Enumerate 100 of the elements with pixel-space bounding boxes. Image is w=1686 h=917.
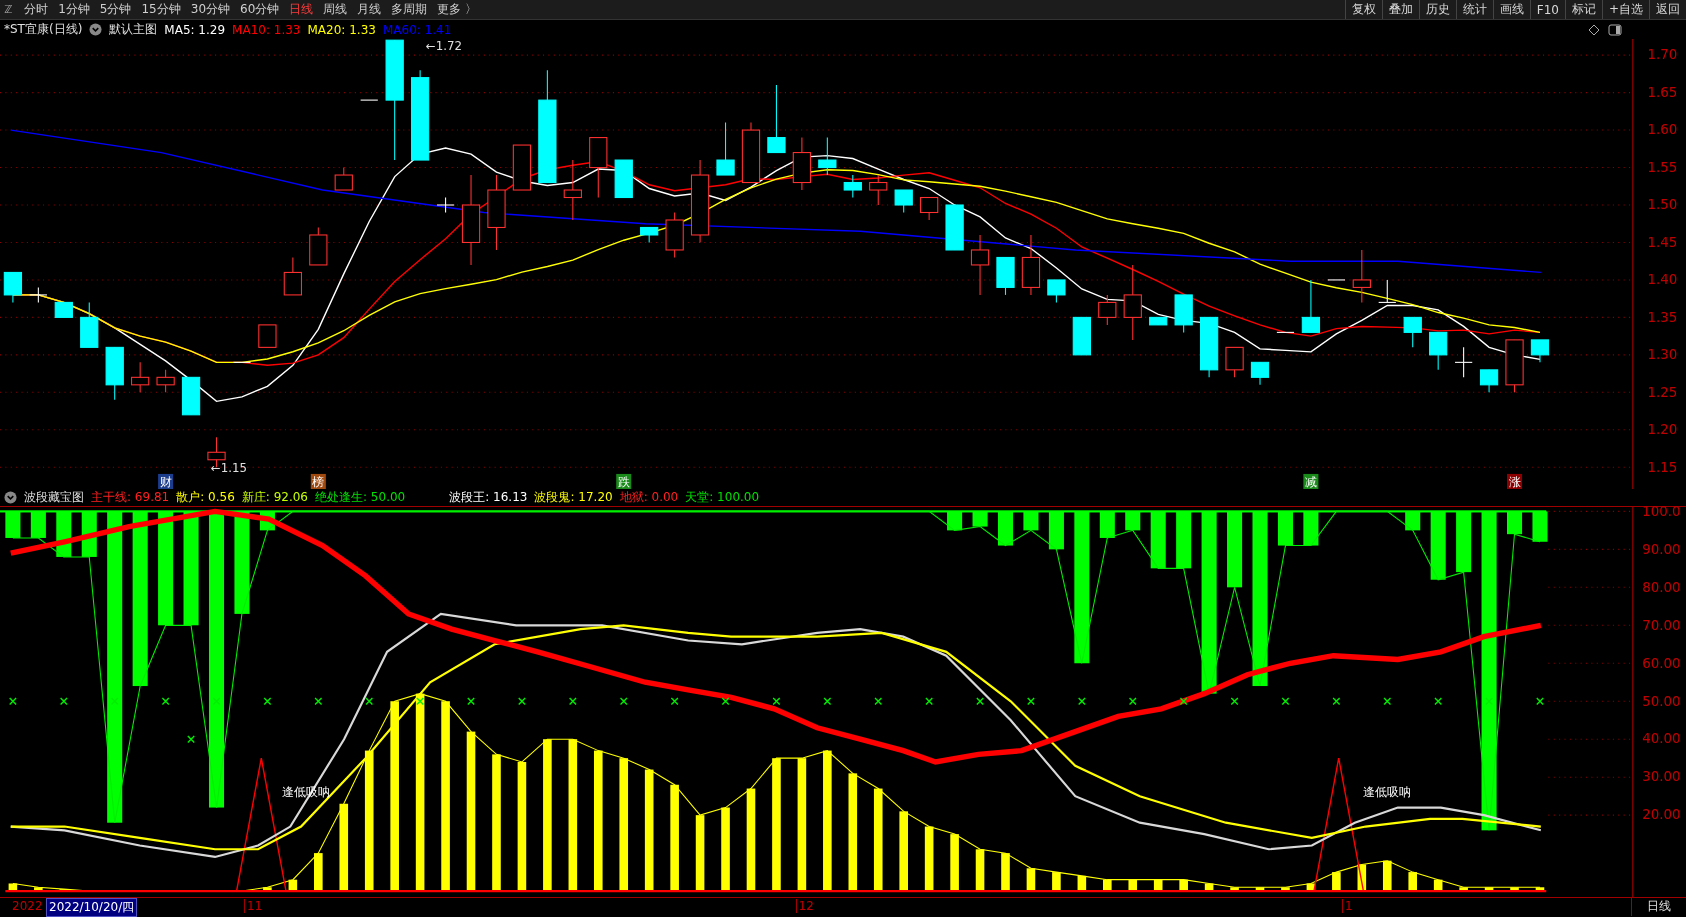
- signal-tag: 财: [158, 473, 174, 489]
- period-tab[interactable]: 更多 〉: [433, 1, 482, 18]
- candlestick: [1174, 294, 1193, 333]
- candlestick: [716, 122, 735, 176]
- month-label: 11: [244, 899, 263, 913]
- candlestick: [105, 346, 124, 401]
- period-tab[interactable]: 周线: [319, 1, 352, 18]
- period-tab[interactable]: 30分钟: [186, 1, 235, 18]
- diamond-icon[interactable]: [1587, 23, 1601, 36]
- month-label: 1: [1341, 899, 1353, 913]
- candlestick: [767, 84, 786, 154]
- indicator-value: 地狱: 0.00: [619, 489, 679, 506]
- indicator-value: 天堂: 100.00: [685, 489, 760, 506]
- indicator-value: 新庄: 92.06: [241, 489, 308, 506]
- candlestick: [360, 99, 379, 101]
- period-tab[interactable]: 月线: [353, 1, 386, 18]
- chart-title: *ST宜康(日线): [4, 21, 83, 38]
- candlestick: [1199, 316, 1219, 378]
- price-axis-label: 1.65: [1647, 84, 1678, 100]
- signal-tag: 涨: [1507, 473, 1523, 489]
- indicator-axis-label: 60.00: [1642, 655, 1681, 671]
- candlestick: [1072, 316, 1091, 356]
- dropdown-icon[interactable]: [4, 491, 17, 504]
- candlestick: [1250, 361, 1270, 386]
- template-label[interactable]: 默认主图: [109, 21, 158, 38]
- candlestick: [563, 159, 582, 221]
- period-tab[interactable]: 15分钟: [137, 1, 185, 18]
- price-axis-label: 1.60: [1647, 122, 1678, 138]
- candlestick: [1403, 316, 1422, 348]
- signal-tag: 减: [1303, 473, 1319, 489]
- candlestick: [512, 144, 532, 191]
- moving-average-value: MA5: 1.29: [164, 22, 226, 37]
- candlestick: [920, 196, 939, 221]
- candlestick: [156, 369, 175, 393]
- period-tab[interactable]: 5分钟: [95, 1, 136, 18]
- candlestick: [3, 271, 23, 303]
- candlestick: [283, 256, 302, 296]
- candlestick: [1047, 279, 1066, 303]
- month-label: 12: [795, 899, 814, 913]
- price-axis-label: 1.55: [1647, 159, 1678, 175]
- indicator-name[interactable]: 波段藏宝图: [24, 489, 84, 506]
- signal-annotation: 逢低吸呐: [1363, 785, 1412, 800]
- candlestick: [309, 226, 328, 266]
- candlestick: [334, 167, 353, 191]
- candlestick: [869, 174, 888, 206]
- candlestick: [970, 234, 990, 296]
- price-axis-label: 1.40: [1647, 272, 1678, 288]
- price-axis-label: 1.45: [1647, 234, 1678, 250]
- period-tab[interactable]: 多周期: [387, 1, 432, 18]
- indicator-axis-label: 30.00: [1642, 769, 1681, 785]
- candlestick: [1149, 316, 1168, 326]
- candlestick: [945, 204, 964, 251]
- candlestick: [589, 137, 608, 199]
- indicator-axis-label: 20.00: [1642, 807, 1681, 823]
- year-label: 2022: [12, 899, 43, 913]
- moving-average-value: MA60: 1.41: [382, 22, 452, 37]
- panel-toggle-icon[interactable]: [1608, 23, 1622, 36]
- indicator-value: 主干线: 69.81: [91, 489, 170, 506]
- candlestick: [843, 174, 862, 199]
- indicator-axis-label: 80.00: [1642, 579, 1681, 595]
- indicator-value: 波段鬼: 17.20: [534, 489, 613, 506]
- dropdown-icon[interactable]: [89, 23, 103, 36]
- candlestick: [29, 286, 48, 303]
- indicator-axis-label: 40.00: [1642, 731, 1681, 747]
- candlestick: [741, 122, 761, 184]
- indicator-value: 绝处逢生: 50.00: [315, 489, 406, 506]
- candlestick: [792, 137, 812, 191]
- price-axis-label: 1.35: [1647, 309, 1678, 325]
- candlestick: [1021, 234, 1041, 296]
- candlestick: [1352, 249, 1371, 303]
- candlestick: [1530, 339, 1550, 363]
- high-price-label: ←1.72: [425, 39, 463, 53]
- period-tab[interactable]: 1分钟: [54, 1, 94, 18]
- candlestick: [1378, 279, 1397, 303]
- candlestick: [1301, 279, 1321, 333]
- price-axis-label: 1.25: [1647, 384, 1678, 400]
- indicator-axis-label: 100.0: [1642, 506, 1681, 519]
- period-tab[interactable]: 日线: [285, 1, 318, 18]
- menu-icon[interactable]: ℤ: [0, 3, 21, 16]
- candlestick: [80, 301, 99, 348]
- candlestick: [1505, 339, 1524, 393]
- period-tab[interactable]: 60分钟: [236, 1, 284, 18]
- signal-tag: 榜: [310, 473, 326, 489]
- candlestick: [1098, 294, 1117, 326]
- price-axis-label: 1.50: [1647, 197, 1678, 213]
- candlestick: [894, 189, 913, 214]
- candlestick: [640, 226, 659, 243]
- period-tab[interactable]: 分时: [20, 1, 53, 18]
- signal-tag: 跌: [616, 473, 632, 489]
- period-label: 日线: [1631, 898, 1686, 916]
- candlestick: [1225, 346, 1244, 378]
- candlestick: [1429, 331, 1448, 371]
- price-axis-label: 1.15: [1647, 459, 1678, 475]
- candlestick: [996, 256, 1015, 296]
- candlestick: [54, 301, 73, 318]
- candlestick: [1479, 369, 1499, 393]
- indicator-axis-label: 50.00: [1642, 693, 1681, 709]
- candlestick: [1454, 346, 1473, 378]
- price-axis-label: 1.20: [1647, 422, 1678, 438]
- price-axis-label: 1.30: [1647, 347, 1678, 363]
